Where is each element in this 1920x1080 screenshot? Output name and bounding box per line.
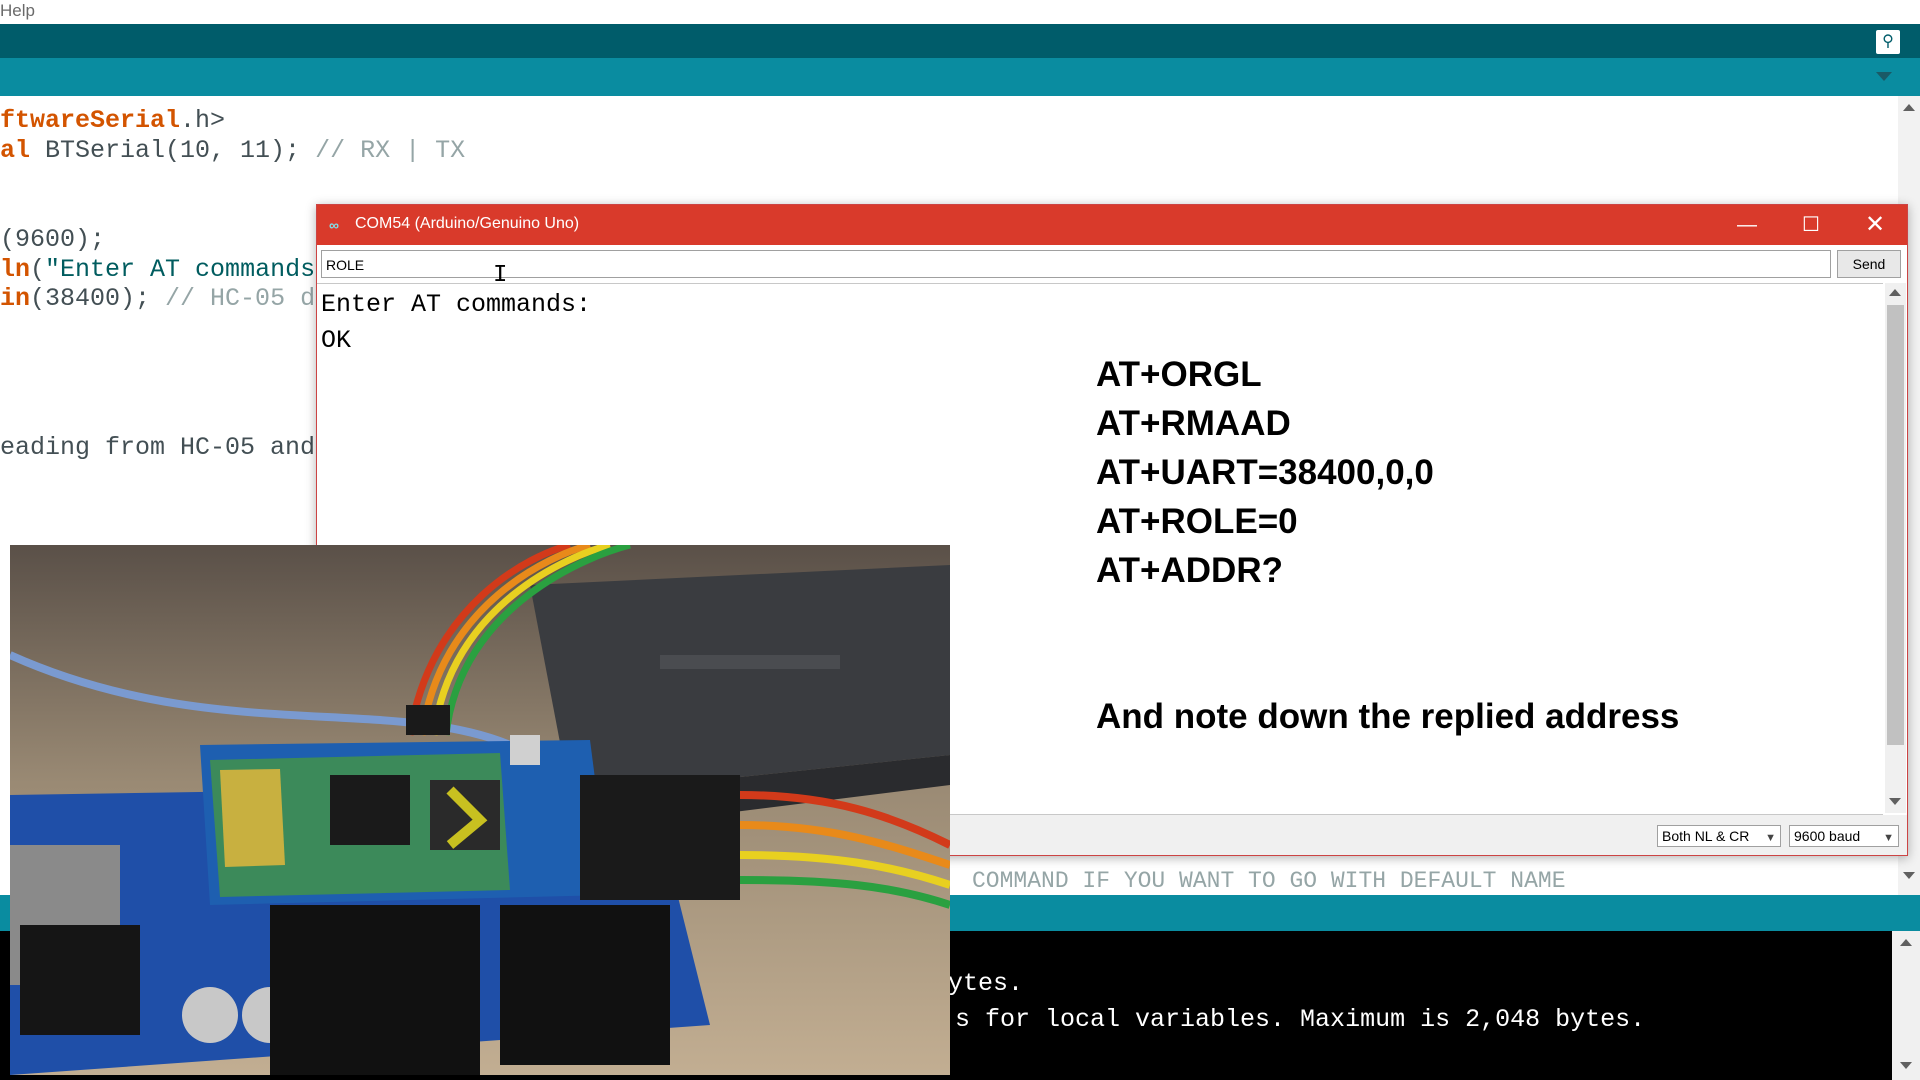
scroll-down-icon[interactable] [1903,872,1915,879]
output-line: OK [321,326,352,355]
chevron-down-icon: ▼ [1765,832,1776,844]
hc05-module-photo [10,545,950,1075]
code-line: ln("Enter AT commands [0,255,316,284]
serial-monitor-icon[interactable]: ⚲ [1876,30,1900,54]
hc05-photo-illustration [10,545,950,1075]
tab-bar [0,58,1920,96]
scroll-down-icon[interactable] [1889,798,1901,805]
scroll-down-icon[interactable] [1900,1062,1912,1069]
serial-monitor-titlebar[interactable]: ∞ COM54 (Arduino/Genuino Uno) — ☐ ✕ [317,205,1907,245]
code-comment: COMMAND IF YOU WANT TO GO WITH DEFAULT N… [972,868,1566,894]
line-ending-value: Both NL & CR [1662,828,1750,844]
console-line: ytes. [948,969,1024,998]
maximize-icon[interactable]: ☐ [1779,205,1843,245]
scroll-up-icon[interactable] [1889,289,1901,296]
send-button[interactable]: Send [1837,250,1901,278]
code-line: (9600); [0,225,106,254]
note-text: And note down the replied address [1096,697,1680,736]
toolbar [0,24,1920,58]
scrollbar-thumb[interactable] [1887,305,1904,745]
minimize-icon[interactable]: — [1715,205,1779,245]
close-icon[interactable]: ✕ [1843,205,1907,245]
serial-input-field[interactable]: ROLE [321,250,1831,278]
at-command-text: AT+UART=38400,0,0 [1096,453,1434,492]
at-command-text: AT+ROLE=0 [1096,502,1298,541]
code-line: in(38400); // HC-05 d [0,284,316,313]
window-title: COM54 (Arduino/Genuino Uno) [355,215,580,232]
at-command-text: AT+ORGL [1096,355,1262,394]
menu-bar: Help [0,0,1920,25]
text-cursor-icon: I [493,262,508,289]
baud-rate-select[interactable]: 9600 baud ▼ [1789,825,1899,847]
code-line: al BTSerial(10, 11); // RX | TX [0,136,466,165]
console-scrollbar[interactable] [1892,931,1920,1080]
baud-rate-value: 9600 baud [1794,828,1861,844]
console-line: s for local variables. Maximum is 2,048 … [955,1005,1646,1034]
chevron-down-icon: ▼ [1883,832,1894,844]
tab-menu-icon[interactable] [1876,72,1892,81]
code-line: eading from HC-05 and [0,433,316,462]
scroll-up-icon[interactable] [1903,104,1915,111]
output-line: Enter AT commands: [321,290,592,319]
code-line: ftwareSerial.h> [0,106,226,135]
at-command-text: AT+RMAAD [1096,404,1291,443]
menu-help[interactable]: Help [0,1,35,21]
arduino-logo-icon: ∞ [329,217,339,233]
line-ending-select[interactable]: Both NL & CR ▼ [1657,825,1781,847]
scroll-up-icon[interactable] [1900,939,1912,946]
at-command-text: AT+ADDR? [1096,551,1283,590]
